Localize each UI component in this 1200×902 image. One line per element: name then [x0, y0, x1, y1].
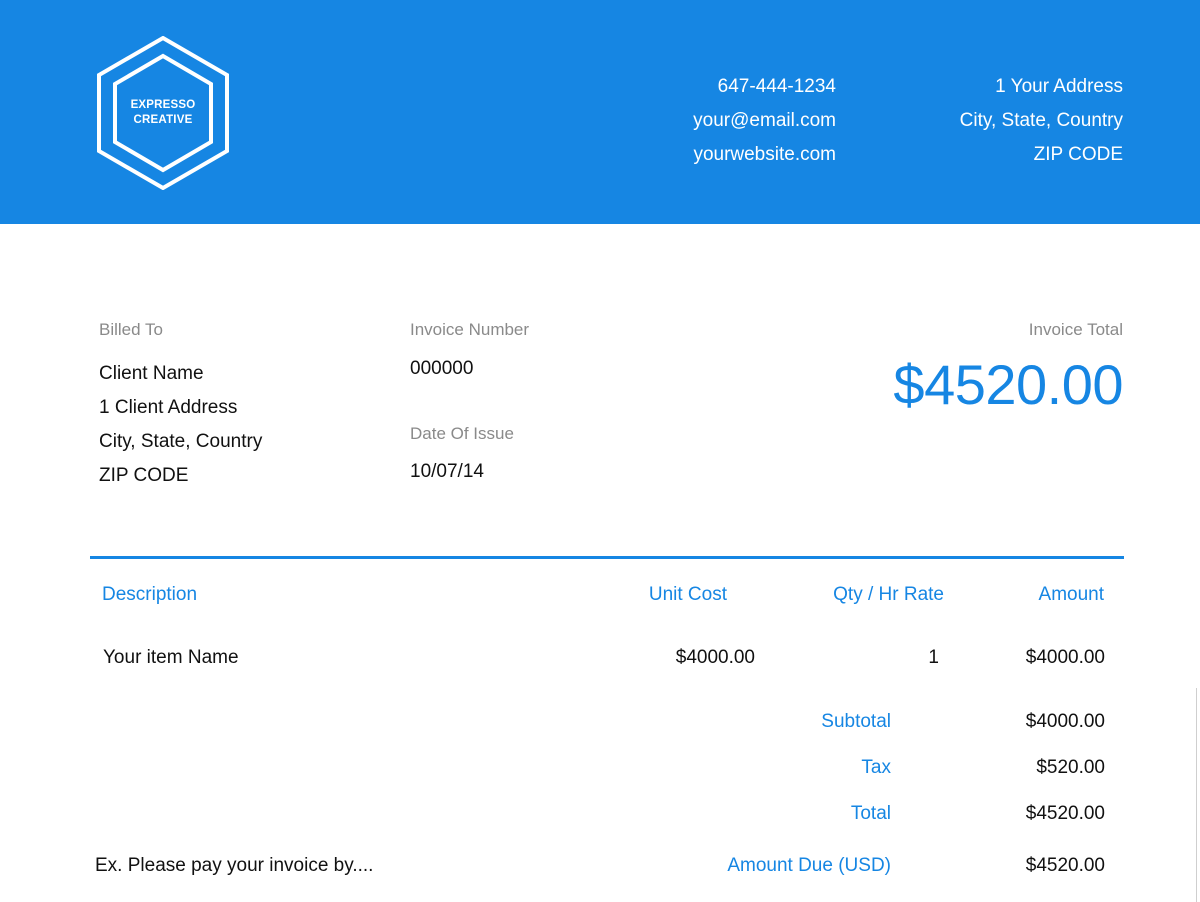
phone-number: 647-444-1234 [717, 76, 836, 97]
tax-label: Tax [861, 757, 891, 778]
invoice-page: EXPRESSO CREATIVE 647-444-1234 your@emai… [0, 0, 1200, 902]
scrollbar-track [1196, 688, 1197, 902]
total-label: Total [850, 803, 891, 824]
header-unit-cost: Unit Cost [648, 584, 727, 605]
subtotal-label: Subtotal [821, 711, 891, 732]
client-zip: ZIP CODE [99, 465, 189, 486]
billed-to-block: Client Name 1 Client Address City, State… [99, 357, 262, 493]
client-address: 1 Client Address [99, 397, 238, 418]
invoice-total-amount: $4520.00 [893, 353, 1123, 416]
sender-address: 1 Your Address City, State, Country ZIP … [960, 70, 1123, 172]
header-description: Description [102, 584, 198, 605]
contact-info: 647-444-1234 your@email.com yourwebsite.… [693, 70, 836, 172]
invoice-total-label: Invoice Total [1028, 320, 1123, 339]
date-of-issue: 10/07/14 [410, 461, 484, 482]
client-name: Client Name [99, 363, 204, 384]
subtotal-value: $4000.00 [1025, 711, 1105, 732]
sender-address-line-3: ZIP CODE [1033, 144, 1123, 165]
item-description: Your item Name [103, 647, 239, 668]
client-city: City, State, Country [99, 431, 263, 452]
billed-to-label: Billed To [99, 320, 163, 339]
sender-address-line-1: 1 Your Address [995, 76, 1123, 97]
website: yourwebsite.com [693, 144, 836, 165]
amount-due-value: $4520.00 [1025, 855, 1105, 876]
payment-note: Ex. Please pay your invoice by.... [95, 855, 374, 876]
logo-line-1: EXPRESSO [130, 99, 196, 111]
invoice-number-label: Invoice Number [410, 320, 530, 339]
logo-line-2: CREATIVE [133, 114, 193, 126]
email-address: your@email.com [693, 110, 836, 131]
item-amount: $4000.00 [1025, 647, 1105, 668]
item-qty: 1 [928, 647, 939, 668]
invoice-number: 000000 [410, 358, 474, 379]
item-unit-cost: $4000.00 [675, 647, 755, 668]
sender-address-line-2: City, State, Country [959, 110, 1123, 131]
date-of-issue-label: Date Of Issue [410, 424, 514, 443]
amount-due-label: Amount Due (USD) [727, 855, 891, 876]
tax-value: $520.00 [1036, 757, 1105, 778]
invoice-header: EXPRESSO CREATIVE 647-444-1234 your@emai… [0, 0, 1200, 224]
header-amount: Amount [1038, 584, 1104, 605]
logo-text: EXPRESSO CREATIVE [96, 98, 230, 128]
header-qty: Qty / Hr Rate [833, 584, 944, 605]
company-logo: EXPRESSO CREATIVE [96, 36, 230, 190]
table-divider [90, 556, 1124, 559]
total-value: $4520.00 [1025, 803, 1105, 824]
